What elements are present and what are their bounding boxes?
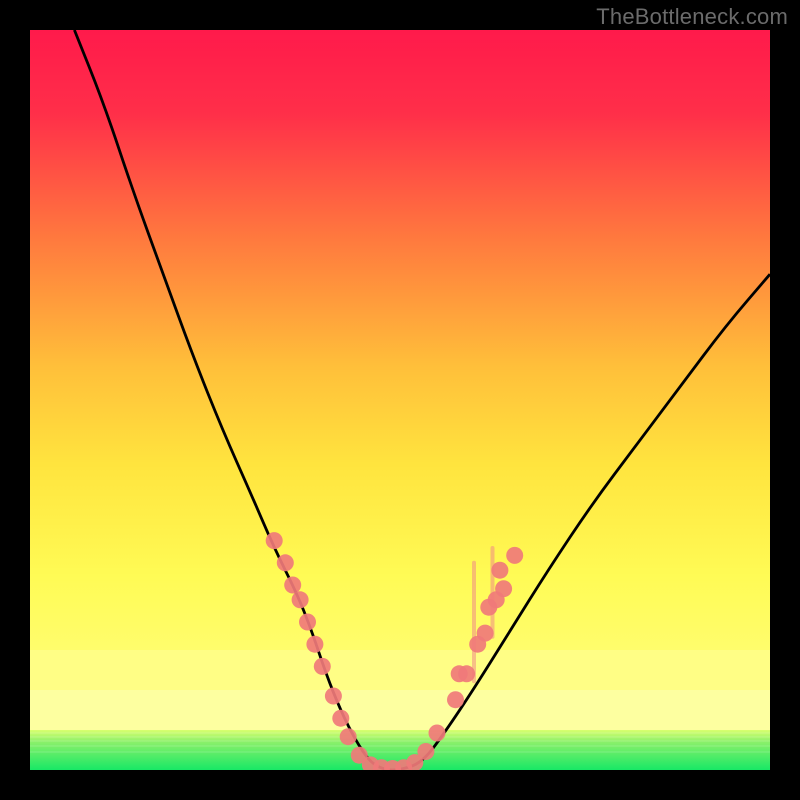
yellow-band-lighter (30, 690, 770, 730)
watermark-text: TheBottleneck.com (596, 4, 788, 30)
gradient-field (30, 30, 770, 730)
chart-canvas (30, 30, 770, 770)
chart-frame (30, 30, 770, 770)
